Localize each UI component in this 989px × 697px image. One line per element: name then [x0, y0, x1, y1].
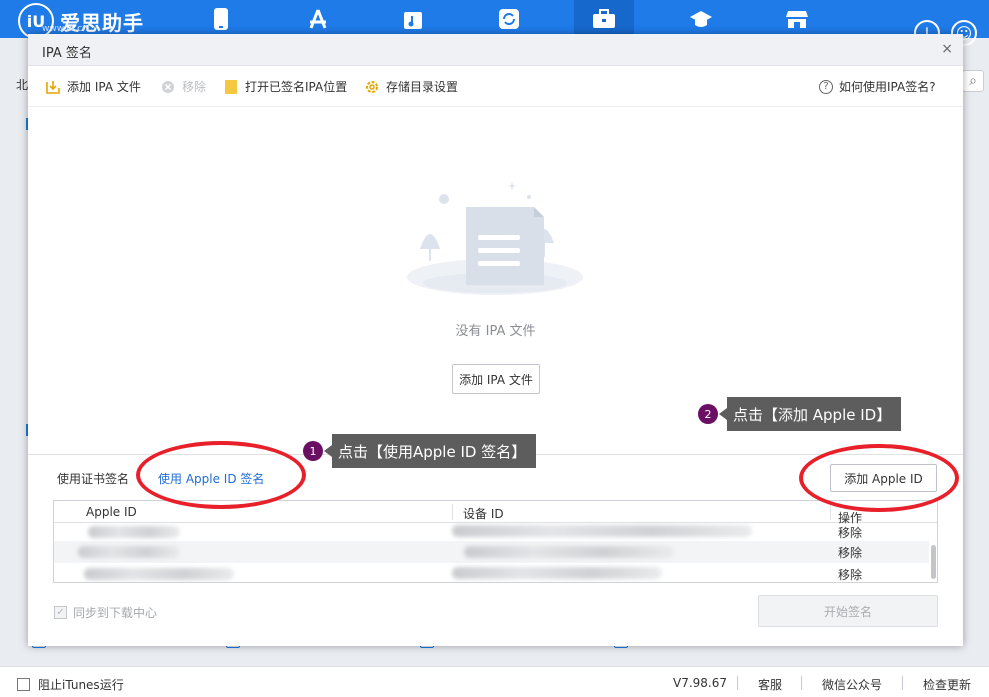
help-label: 如何使用IPA签名? [839, 80, 936, 94]
service-link[interactable]: 客服 [758, 676, 782, 693]
remove-label: 移除 [182, 80, 207, 94]
redacted-apple-id [84, 568, 234, 580]
redacted-device-id [464, 546, 674, 558]
header-apple-id: Apple ID [86, 505, 137, 519]
nav-graduation-cap-icon[interactable] [671, 0, 731, 38]
remove-row-link[interactable]: 移除 [838, 544, 862, 561]
divider [801, 676, 802, 690]
wechat-link[interactable]: 微信公众号 [822, 676, 882, 693]
status-bar: 阻止iTunes运行 V7.98.67 客服 微信公众号 检查更新 [0, 666, 989, 697]
table-scrollbar[interactable] [931, 545, 936, 579]
app-url: www.i4.cn [42, 24, 88, 34]
close-icon[interactable]: × [941, 41, 953, 57]
start-sign-button[interactable]: 开始签名 [758, 595, 938, 627]
toolbar-divider [28, 106, 963, 107]
table-row[interactable]: 移除 [54, 563, 929, 582]
dialog-toolbar: 添加 IPA 文件 移除 打开已签名IPA位置 存储目录设置 ? 如何使用IPA… [28, 74, 963, 100]
remove-button[interactable]: 移除 [160, 78, 206, 95]
header-device-id: 设备 ID [463, 507, 504, 521]
sync-option: ✓ 同步到下载中心 [54, 604, 157, 621]
step-2-badge: 2 [698, 404, 718, 424]
folder-icon [223, 79, 239, 95]
nav-app-store-icon[interactable] [288, 0, 348, 38]
background-text: 北 [16, 78, 29, 92]
step-1-callout: 点击【使用Apple ID 签名】 [323, 434, 537, 468]
nav-store-icon[interactable] [767, 0, 827, 38]
remove-row-link[interactable]: 移除 [838, 524, 862, 541]
ipa-sign-dialog: IPA 签名 × 添加 IPA 文件 移除 打开已签名IPA位置 存储目录设置 … [28, 34, 963, 646]
redacted-device-id [452, 525, 752, 537]
help-link[interactable]: ? 如何使用IPA签名? [819, 78, 936, 95]
column-separator [452, 504, 453, 520]
empty-document-icon [406, 179, 584, 299]
nav-music-icon[interactable] [383, 0, 443, 38]
search-icon[interactable]: ⌕ [962, 70, 984, 92]
sync-label: 同步到下载中心 [73, 606, 158, 620]
divider [737, 676, 738, 690]
nav-phone-icon[interactable] [191, 0, 251, 38]
add-ipa-empty-button[interactable]: 添加 IPA 文件 [452, 364, 540, 394]
dialog-title: IPA 签名 [42, 46, 92, 61]
redacted-apple-id [78, 546, 180, 558]
block-itunes-checkbox[interactable] [17, 678, 30, 691]
nav-toolbox-icon[interactable] [574, 0, 634, 38]
version-label: V7.98.67 [673, 676, 728, 690]
table-row[interactable]: 移除 [54, 541, 929, 563]
step-1-badge: 1 [303, 441, 323, 461]
check-update-link[interactable]: 检查更新 [923, 676, 971, 693]
nav-sync-icon[interactable] [479, 0, 539, 38]
remove-row-link[interactable]: 移除 [838, 566, 862, 582]
table-row[interactable]: 移除 [54, 521, 929, 543]
column-separator [830, 504, 831, 520]
open-signed-location-button[interactable]: 打开已签名IPA位置 [223, 78, 347, 95]
add-file-icon [45, 79, 61, 95]
redacted-device-id [452, 567, 662, 579]
question-icon: ? [819, 79, 833, 94]
gear-icon [364, 79, 380, 95]
block-itunes-label[interactable]: 阻止iTunes运行 [38, 676, 124, 693]
storage-settings-label: 存储目录设置 [386, 80, 459, 94]
storage-settings-button[interactable]: 存储目录设置 [364, 78, 458, 95]
divider [902, 676, 903, 690]
highlight-ring [136, 441, 306, 509]
empty-message: 没有 IPA 文件 [455, 324, 536, 339]
tab-cert-sign[interactable]: 使用证书签名 [57, 470, 129, 487]
open-signed-label: 打开已签名IPA位置 [245, 80, 348, 94]
sync-checkbox[interactable]: ✓ [54, 606, 67, 619]
remove-icon [160, 79, 176, 95]
dialog-titlebar: IPA 签名 × [28, 34, 963, 66]
app-header: iU 爱思助手 www.i4.cn ↓ ☺ [0, 0, 989, 46]
add-ipa-button[interactable]: 添加 IPA 文件 [45, 78, 141, 95]
apple-id-table: Apple ID 设备 ID 操作 移除 移除 移除 [53, 500, 938, 583]
add-ipa-label: 添加 IPA 文件 [67, 80, 141, 94]
step-2-callout: 点击【添加 Apple ID】 [718, 397, 902, 431]
highlight-ring [799, 444, 959, 512]
redacted-apple-id [88, 526, 180, 538]
